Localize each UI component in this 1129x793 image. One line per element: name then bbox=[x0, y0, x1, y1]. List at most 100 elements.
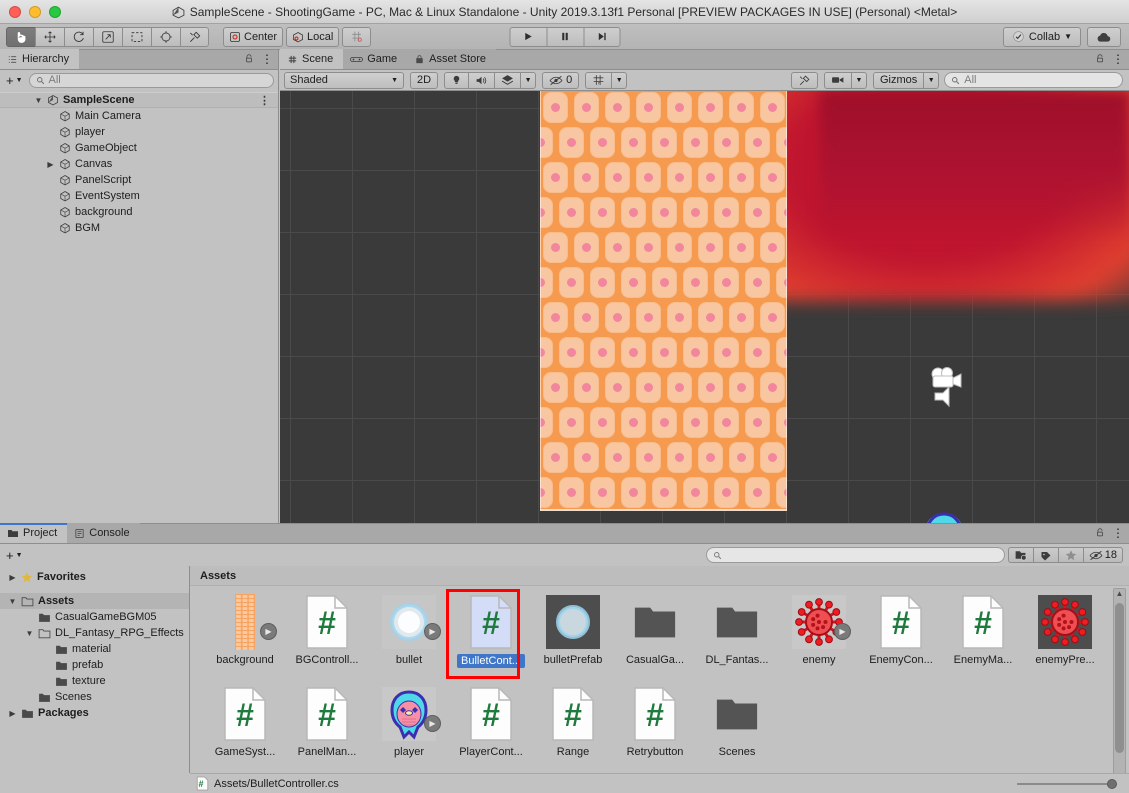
scale-tool-button[interactable] bbox=[93, 26, 122, 47]
search-by-type-button[interactable] bbox=[1007, 547, 1034, 563]
project-scrollbar[interactable]: ▲ ▼ bbox=[1113, 588, 1126, 786]
transform-tool-button[interactable] bbox=[151, 26, 180, 47]
tab-asset-store[interactable]: Asset Store bbox=[407, 49, 497, 69]
hierarchy-item-gameobject[interactable]: GameObject bbox=[0, 140, 278, 156]
preview-play-icon[interactable]: ▶ bbox=[834, 623, 851, 640]
scene-viewport[interactable] bbox=[280, 91, 1129, 523]
chevron-down-icon[interactable]: ▼ bbox=[25, 629, 34, 638]
hierarchy-search-input[interactable]: All bbox=[28, 72, 274, 88]
scrollbar-thumb[interactable] bbox=[1115, 603, 1124, 753]
scene-camera-button[interactable] bbox=[823, 71, 852, 89]
lock-icon[interactable] bbox=[244, 53, 254, 64]
zoom-slider-knob[interactable] bbox=[1107, 778, 1117, 789]
scene-grid-dropdown[interactable]: ▼ bbox=[611, 71, 628, 89]
favorites-button[interactable] bbox=[1057, 547, 1084, 563]
play-button[interactable] bbox=[509, 26, 546, 47]
scene-fx-dropdown[interactable]: ▼ bbox=[520, 71, 537, 89]
asset-thumbnail[interactable]: # bbox=[955, 594, 1011, 650]
asset-item[interactable]: # PlayerCont... bbox=[450, 686, 532, 778]
preview-play-icon[interactable]: ▶ bbox=[424, 623, 441, 640]
asset-thumbnail[interactable] bbox=[709, 686, 765, 742]
project-tab-icons[interactable]: ⋮ bbox=[1095, 527, 1124, 539]
asset-item[interactable]: ▶ background bbox=[204, 594, 286, 686]
zoom-slider-track[interactable] bbox=[1017, 782, 1111, 785]
project-tree-item-texture[interactable]: texture bbox=[0, 673, 189, 689]
asset-item[interactable]: DL_Fantas... bbox=[696, 594, 778, 686]
project-tree-item-dl-fantasy-rpg-effects[interactable]: ▼ DL_Fantasy_RPG_Effects bbox=[0, 625, 189, 641]
gizmos-dropdown[interactable]: ▼ bbox=[923, 71, 940, 89]
asset-item[interactable]: # EnemyMa... bbox=[942, 594, 1024, 686]
asset-thumbnail[interactable]: ▶ bbox=[381, 686, 441, 742]
hierarchy-item-main-camera[interactable]: Main Camera bbox=[0, 108, 278, 124]
create-asset-button[interactable]: + ▼ bbox=[4, 548, 25, 563]
scene-grid-button[interactable]: Y bbox=[585, 71, 613, 89]
asset-thumbnail[interactable] bbox=[545, 594, 601, 650]
hand-tool-button[interactable] bbox=[6, 26, 35, 47]
project-tree-item-packages[interactable]: ▶ Packages bbox=[0, 705, 189, 721]
tab-hierarchy[interactable]: Hierarchy bbox=[0, 49, 80, 69]
move-tool-button[interactable] bbox=[35, 26, 64, 47]
kebab-icon[interactable]: ⋮ bbox=[1112, 527, 1124, 539]
custom-editor-tool-button[interactable] bbox=[180, 26, 209, 47]
gizmos-button[interactable]: Gizmos bbox=[872, 71, 925, 89]
asset-thumbnail[interactable]: # bbox=[299, 594, 355, 650]
asset-thumbnail[interactable]: # bbox=[217, 686, 273, 742]
asset-item[interactable]: CasualGa... bbox=[614, 594, 696, 686]
hidden-objects-button[interactable]: 0 bbox=[542, 71, 580, 89]
close-window-button[interactable] bbox=[9, 5, 21, 18]
cloud-services-button[interactable] bbox=[1087, 26, 1121, 47]
asset-zoom-slider[interactable] bbox=[1017, 778, 1117, 789]
asset-thumbnail[interactable] bbox=[1037, 594, 1093, 650]
asset-item[interactable]: ▶ bullet bbox=[368, 594, 450, 686]
asset-item[interactable]: # Retrybutton bbox=[614, 686, 696, 778]
preview-play-icon[interactable]: ▶ bbox=[260, 623, 277, 640]
scene-tools-button[interactable] bbox=[790, 71, 818, 89]
asset-thumbnail[interactable]: # bbox=[873, 594, 929, 650]
gizmo-search-input[interactable]: All bbox=[944, 72, 1123, 88]
asset-thumbnail[interactable]: ▶ bbox=[217, 594, 277, 650]
asset-item[interactable]: # BGControll... bbox=[286, 594, 368, 686]
asset-item[interactable]: ▶ enemy bbox=[778, 594, 860, 686]
playmode-controls[interactable] bbox=[509, 26, 620, 47]
minimize-window-button[interactable] bbox=[29, 5, 41, 18]
project-tree-item-prefab[interactable]: prefab bbox=[0, 657, 189, 673]
asset-item[interactable]: # EnemyCon... bbox=[860, 594, 942, 686]
hierarchy-item-background[interactable]: background bbox=[0, 204, 278, 220]
maximize-window-button[interactable] bbox=[49, 5, 61, 18]
project-tree-item-assets[interactable]: ▼ Assets bbox=[0, 593, 189, 609]
tab-project[interactable]: Project bbox=[0, 523, 68, 543]
chevron-down-icon[interactable]: ▼ bbox=[34, 96, 43, 105]
hierarchy-item-eventsystem[interactable]: EventSystem bbox=[0, 188, 278, 204]
asset-item[interactable]: # GameSyst... bbox=[204, 686, 286, 778]
kebab-icon[interactable]: ⋮ bbox=[261, 53, 273, 65]
asset-thumbnail[interactable]: ▶ bbox=[381, 594, 441, 650]
kebab-icon[interactable]: ⋮ bbox=[259, 94, 270, 107]
pivot-space-group[interactable]: Center Local bbox=[223, 26, 372, 47]
hierarchy-item-canvas[interactable]: ▶ Canvas bbox=[0, 156, 278, 172]
chevron-right-icon[interactable]: ▶ bbox=[8, 709, 17, 718]
asset-thumbnail[interactable]: # bbox=[545, 686, 601, 742]
pivot-mode-button[interactable]: Center bbox=[223, 26, 284, 47]
asset-grid[interactable]: ▶ background # BGControll... ▶ bullet # BulletC… bbox=[190, 586, 1129, 778]
project-tree-item-material[interactable]: material bbox=[0, 641, 189, 657]
hierarchy-scene-row[interactable]: ▼ SampleScene ⋮ bbox=[0, 92, 278, 108]
project-tree-item-favorites[interactable]: ▶ Favorites bbox=[0, 569, 189, 585]
scene-fx-button[interactable] bbox=[494, 71, 522, 89]
kebab-icon[interactable]: ⋮ bbox=[1112, 53, 1124, 65]
hierarchy-item-player[interactable]: player bbox=[0, 124, 278, 140]
chevron-down-icon[interactable]: ▼ bbox=[8, 597, 17, 606]
step-button[interactable] bbox=[583, 26, 620, 47]
tab-console[interactable]: Console bbox=[67, 523, 140, 543]
asset-item[interactable]: Scenes bbox=[696, 686, 778, 778]
draw-mode-dropdown[interactable]: Shaded ▼ bbox=[284, 71, 404, 89]
hierarchy-item-bgm[interactable]: BGM bbox=[0, 220, 278, 236]
asset-item[interactable]: # BulletCont... bbox=[446, 589, 532, 686]
preview-play-icon[interactable]: ▶ bbox=[424, 715, 441, 732]
scene-camera-dropdown[interactable]: ▼ bbox=[850, 71, 867, 89]
hierarchy-item-panelscript[interactable]: PanelScript bbox=[0, 172, 278, 188]
scene-tab-icons[interactable]: ⋮ bbox=[1095, 53, 1124, 65]
asset-thumbnail[interactable] bbox=[709, 594, 765, 650]
project-search-input[interactable] bbox=[706, 547, 1005, 563]
asset-thumbnail[interactable]: # bbox=[463, 686, 519, 742]
search-by-label-button[interactable] bbox=[1032, 547, 1059, 563]
